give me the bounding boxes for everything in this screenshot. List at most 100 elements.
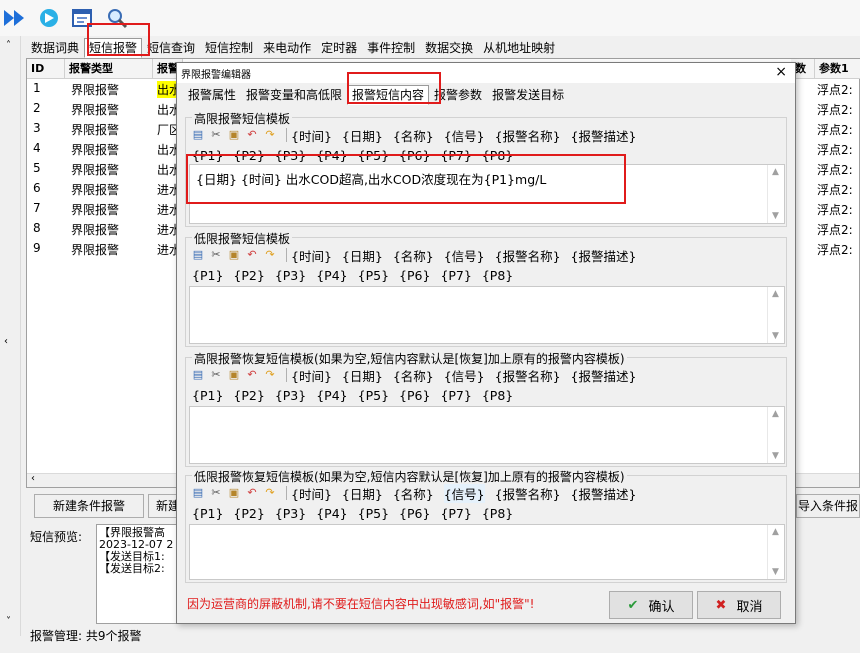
textarea-scrollbar[interactable]: ▲ ▼ — [767, 287, 784, 343]
cut-icon[interactable]: ✂ — [210, 369, 222, 381]
token-p6[interactable]: {P6} — [399, 268, 430, 286]
cut-icon[interactable]: ✂ — [210, 249, 222, 261]
textarea-scrollbar[interactable]: ▲ ▼ — [767, 407, 784, 463]
redo-icon[interactable]: ↷ — [264, 129, 276, 141]
paste-icon[interactable]: ▣ — [228, 129, 240, 141]
token-p2[interactable]: {P2} — [233, 506, 264, 524]
token-p1[interactable]: {P1} — [192, 388, 223, 406]
token-alarm-name[interactable]: {报警名称} — [495, 126, 561, 145]
cut-icon[interactable]: ✂ — [210, 129, 222, 141]
undo-icon[interactable]: ↶ — [246, 129, 258, 141]
search-icon[interactable] — [104, 6, 130, 30]
token-p3[interactable]: {P3} — [275, 268, 306, 286]
tab-event-control[interactable]: 事件控制 — [362, 38, 420, 58]
refresh-icon[interactable] — [36, 6, 62, 30]
undo-icon[interactable]: ↶ — [246, 487, 258, 499]
column-header-id[interactable]: ID — [27, 59, 65, 79]
token-alarm-description[interactable]: {报警描述} — [571, 484, 637, 503]
redo-icon[interactable]: ↷ — [264, 487, 276, 499]
high-limit-template-textarea[interactable]: {日期} {时间} 出水COD超高,出水COD浓度现在为{P1}mg/L ▲ ▼ — [189, 164, 785, 224]
token-date[interactable]: {日期} — [342, 484, 383, 503]
tab-alarm-properties[interactable]: 报警属性 — [183, 85, 241, 105]
high-limit-recovery-template-textarea[interactable]: ▲ ▼ — [189, 406, 785, 464]
token-time[interactable]: {时间} — [291, 126, 332, 145]
token-name[interactable]: {名称} — [393, 484, 434, 503]
token-alarm-description[interactable]: {报警描述} — [571, 126, 637, 145]
column-header-param1[interactable]: 参数1 — [815, 59, 860, 79]
token-alarm-description[interactable]: {报警描述} — [571, 246, 637, 265]
token-p6[interactable]: {P6} — [399, 506, 430, 524]
tab-alarm-variable-limits[interactable]: 报警变量和高低限 — [241, 85, 347, 105]
tab-data-dictionary[interactable]: 数据词典 — [26, 38, 84, 58]
column-header-type[interactable]: 报警类型 — [65, 59, 153, 79]
paste-icon[interactable]: ▣ — [228, 249, 240, 261]
scroll-down-icon[interactable]: ˅ — [6, 616, 11, 627]
token-alarm-name[interactable]: {报警名称} — [495, 484, 561, 503]
copy-icon[interactable]: ▤ — [192, 369, 204, 381]
forward-icon[interactable] — [2, 6, 28, 30]
tab-data-exchange[interactable]: 数据交换 — [420, 38, 478, 58]
token-time[interactable]: {时间} — [291, 366, 332, 385]
tab-sms-alarm[interactable]: 短信报警 — [84, 38, 143, 58]
tab-call-action[interactable]: 来电动作 — [258, 38, 316, 58]
tab-alarm-parameters[interactable]: 报警参数 — [429, 85, 487, 105]
token-p1[interactable]: {P1} — [192, 268, 223, 286]
token-alarm-name[interactable]: {报警名称} — [495, 246, 561, 265]
token-signal[interactable]: {信号} — [444, 366, 485, 385]
confirm-button[interactable]: ✔ 确认 — [609, 591, 693, 619]
textarea-scrollbar[interactable]: ▲ ▼ — [767, 165, 784, 223]
textarea-scrollbar[interactable]: ▲ ▼ — [767, 525, 784, 579]
token-p1[interactable]: {P1} — [192, 506, 223, 524]
token-p6[interactable]: {P6} — [399, 388, 430, 406]
token-p8[interactable]: {P8} — [482, 388, 513, 406]
token-signal[interactable]: {信号} — [444, 126, 485, 145]
token-p7[interactable]: {P7} — [440, 268, 471, 286]
token-date[interactable]: {日期} — [342, 246, 383, 265]
tab-alarm-sms-content[interactable]: 报警短信内容 — [347, 85, 430, 105]
token-name[interactable]: {名称} — [393, 126, 434, 145]
low-limit-template-textarea[interactable]: ▲ ▼ — [189, 286, 785, 344]
undo-icon[interactable]: ↶ — [246, 369, 258, 381]
close-icon[interactable]: × — [775, 64, 787, 80]
token-time[interactable]: {时间} — [291, 246, 332, 265]
token-p5[interactable]: {P5} — [358, 268, 389, 286]
collapse-icon[interactable]: ‹ — [4, 336, 8, 347]
token-signal[interactable]: {信号} — [443, 483, 485, 503]
tab-sms-query[interactable]: 短信查询 — [142, 38, 200, 58]
cut-icon[interactable]: ✂ — [210, 487, 222, 499]
copy-icon[interactable]: ▤ — [192, 129, 204, 141]
redo-icon[interactable]: ↷ — [264, 249, 276, 261]
tab-timer[interactable]: 定时器 — [316, 38, 362, 58]
tab-slave-address-map[interactable]: 从机地址映射 — [478, 38, 560, 58]
token-date[interactable]: {日期} — [342, 366, 383, 385]
token-p5[interactable]: {P5} — [358, 388, 389, 406]
tab-sms-control[interactable]: 短信控制 — [200, 38, 258, 58]
token-p4[interactable]: {P4} — [316, 268, 347, 286]
new-condition-alarm-button[interactable]: 新建条件报警 — [34, 494, 144, 518]
undo-icon[interactable]: ↶ — [246, 249, 258, 261]
paste-icon[interactable]: ▣ — [228, 487, 240, 499]
sms-preview-box[interactable]: 【界限报警高 2023-12-07 2 【发送目标1: 【发送目标2: — [96, 524, 186, 624]
token-p2[interactable]: {P2} — [233, 388, 264, 406]
token-alarm-name[interactable]: {报警名称} — [495, 366, 561, 385]
redo-icon[interactable]: ↷ — [264, 369, 276, 381]
token-p4[interactable]: {P4} — [316, 388, 347, 406]
paste-icon[interactable]: ▣ — [228, 369, 240, 381]
scroll-left-icon[interactable]: ‹ — [31, 473, 35, 484]
token-name[interactable]: {名称} — [393, 246, 434, 265]
token-p3[interactable]: {P3} — [275, 506, 306, 524]
token-time[interactable]: {时间} — [291, 484, 332, 503]
token-p2[interactable]: {P2} — [233, 268, 264, 286]
token-p8[interactable]: {P8} — [482, 268, 513, 286]
token-p5[interactable]: {P5} — [358, 506, 389, 524]
low-limit-recovery-template-textarea[interactable]: ▲ ▼ — [189, 524, 785, 580]
cancel-button[interactable]: ✖ 取消 — [697, 591, 781, 619]
token-p3[interactable]: {P3} — [275, 388, 306, 406]
scroll-up-icon[interactable]: ˄ — [6, 40, 11, 51]
tab-alarm-send-targets[interactable]: 报警发送目标 — [487, 85, 569, 105]
copy-icon[interactable]: ▤ — [192, 487, 204, 499]
window-icon[interactable] — [70, 6, 96, 30]
token-p7[interactable]: {P7} — [440, 388, 471, 406]
token-p4[interactable]: {P4} — [316, 506, 347, 524]
token-p7[interactable]: {P7} — [440, 506, 471, 524]
